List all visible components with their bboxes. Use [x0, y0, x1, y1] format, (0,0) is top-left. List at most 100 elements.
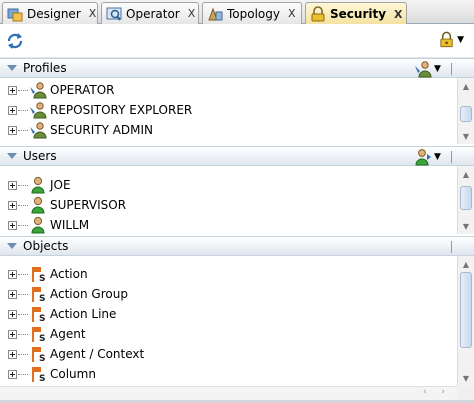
scroll-thumb[interactable] [460, 186, 472, 210]
users-scrollbar[interactable]: ▲ ▼ [457, 166, 474, 234]
refresh-icon[interactable] [6, 32, 24, 50]
scroll-down-icon[interactable]: ▼ [458, 370, 474, 386]
profile-icon [29, 121, 47, 139]
expand-icon[interactable] [8, 85, 17, 95]
list-item[interactable]: S Action Line [0, 304, 455, 324]
profiles-scrollbar[interactable]: ▲ ▼ [457, 78, 474, 144]
chevron-down-icon: ▼ [434, 152, 441, 162]
toolbar: ▼ [0, 24, 474, 58]
collapse-arrow-icon[interactable] [7, 153, 17, 159]
scroll-up-icon[interactable]: ▲ [458, 78, 474, 94]
tree-connector [18, 89, 28, 91]
tree-connector [18, 129, 28, 131]
tab-security[interactable]: Security X [305, 2, 407, 25]
user-icon [29, 216, 47, 234]
list-item[interactable]: SUPERVISOR [0, 195, 455, 215]
list-item[interactable]: S Action Group [0, 284, 455, 304]
users-title: Users [23, 149, 57, 163]
list-item[interactable]: OPERATOR [0, 80, 455, 100]
tab-operator-label: Operator [126, 6, 180, 21]
expand-icon[interactable] [8, 105, 17, 115]
add-user-button[interactable]: ▼ [414, 148, 442, 166]
users-section-header[interactable]: Users ▼ [0, 146, 474, 166]
user-icon [29, 176, 47, 194]
expand-icon[interactable] [8, 309, 17, 319]
add-profile-button[interactable]: ▼ [414, 60, 442, 78]
profiles-title: Profiles [23, 61, 67, 75]
tab-designer[interactable]: Designer X [2, 2, 98, 24]
tab-security-close-icon[interactable]: X [394, 8, 402, 21]
security-menu-button[interactable]: ▼ [438, 30, 464, 50]
profile-icon [29, 101, 47, 119]
tree-connector [18, 204, 28, 206]
tab-topology-close-icon[interactable]: X [288, 7, 296, 20]
list-item[interactable]: S Column [0, 364, 455, 384]
scroll-thumb[interactable] [460, 106, 472, 122]
collapse-arrow-icon[interactable] [7, 65, 17, 71]
expand-icon[interactable] [8, 289, 17, 299]
tab-operator-close-icon[interactable]: X [188, 7, 196, 20]
expand-icon[interactable] [8, 180, 17, 190]
object-flag-icon: S [29, 285, 47, 304]
horizontal-scrollbar[interactable]: ‹ › [0, 386, 457, 400]
scroll-down-icon[interactable]: ▼ [458, 218, 474, 234]
scroll-corner [457, 386, 474, 400]
svg-text:S: S [39, 354, 45, 363]
objects-list: S Action S Action Group S Action Line S … [0, 256, 474, 386]
list-item[interactable]: S Agent [0, 324, 455, 344]
list-item[interactable]: S Agent / Context [0, 344, 455, 364]
collapse-arrow-icon[interactable] [7, 243, 17, 249]
user-add-icon [415, 149, 431, 166]
tab-topology[interactable]: Topology X [202, 2, 302, 24]
tree-connector [18, 333, 28, 335]
topology-icon [207, 6, 223, 22]
chevron-down-icon: ▼ [434, 64, 441, 74]
list-item[interactable]: JOE [0, 175, 455, 195]
expand-icon[interactable] [8, 220, 17, 230]
expand-icon[interactable] [8, 269, 17, 279]
expand-icon[interactable] [8, 329, 17, 339]
profiles-section-header[interactable]: Profiles ▼ [0, 58, 474, 78]
objects-section-header[interactable]: Objects [0, 236, 474, 256]
object-flag-icon: S [29, 345, 47, 364]
tree-connector [18, 293, 28, 295]
tree-connector [18, 373, 28, 375]
profile-name: REPOSITORY EXPLORER [50, 103, 193, 117]
object-name: Action [50, 267, 88, 281]
svg-text:S: S [39, 334, 45, 343]
object-name: Agent / Context [50, 347, 145, 361]
profile-name: SECURITY ADMIN [50, 123, 154, 137]
designer-icon [7, 6, 23, 22]
profile-name: OPERATOR [50, 83, 115, 97]
expand-icon[interactable] [8, 349, 17, 359]
scroll-left-right-icon[interactable]: ‹ › [423, 387, 451, 397]
scroll-down-icon[interactable]: ▼ [458, 128, 474, 144]
expand-icon[interactable] [8, 125, 17, 135]
expand-icon[interactable] [8, 369, 17, 379]
object-flag-icon: S [29, 365, 47, 384]
lock-user-icon [440, 31, 453, 48]
security-icon [310, 6, 326, 22]
user-name: WILLM [50, 218, 90, 232]
chevron-down-icon: ▼ [457, 35, 464, 45]
scroll-up-icon[interactable]: ▲ [458, 166, 474, 182]
tab-designer-close-icon[interactable]: X [89, 7, 97, 20]
object-name: Action Group [50, 287, 128, 301]
user-name: SUPERVISOR [50, 198, 127, 212]
tab-security-label: Security [330, 7, 387, 21]
list-item[interactable]: SECURITY ADMIN [0, 120, 455, 140]
scroll-thumb[interactable] [460, 272, 472, 348]
tab-topology-label: Topology [227, 6, 280, 21]
object-flag-icon: S [29, 305, 47, 324]
tab-operator[interactable]: Operator X [101, 2, 199, 24]
svg-text:S: S [39, 294, 45, 303]
list-item[interactable]: REPOSITORY EXPLORER [0, 100, 455, 120]
svg-text:S: S [39, 374, 45, 383]
objects-scrollbar[interactable]: ▲ ▼ [457, 256, 474, 386]
expand-icon[interactable] [8, 200, 17, 210]
list-item[interactable]: S Action [0, 264, 455, 284]
object-name: Agent [50, 327, 86, 341]
scroll-up-icon[interactable]: ▲ [458, 256, 474, 272]
tree-connector [18, 224, 28, 226]
list-item[interactable]: WILLM [0, 215, 455, 234]
